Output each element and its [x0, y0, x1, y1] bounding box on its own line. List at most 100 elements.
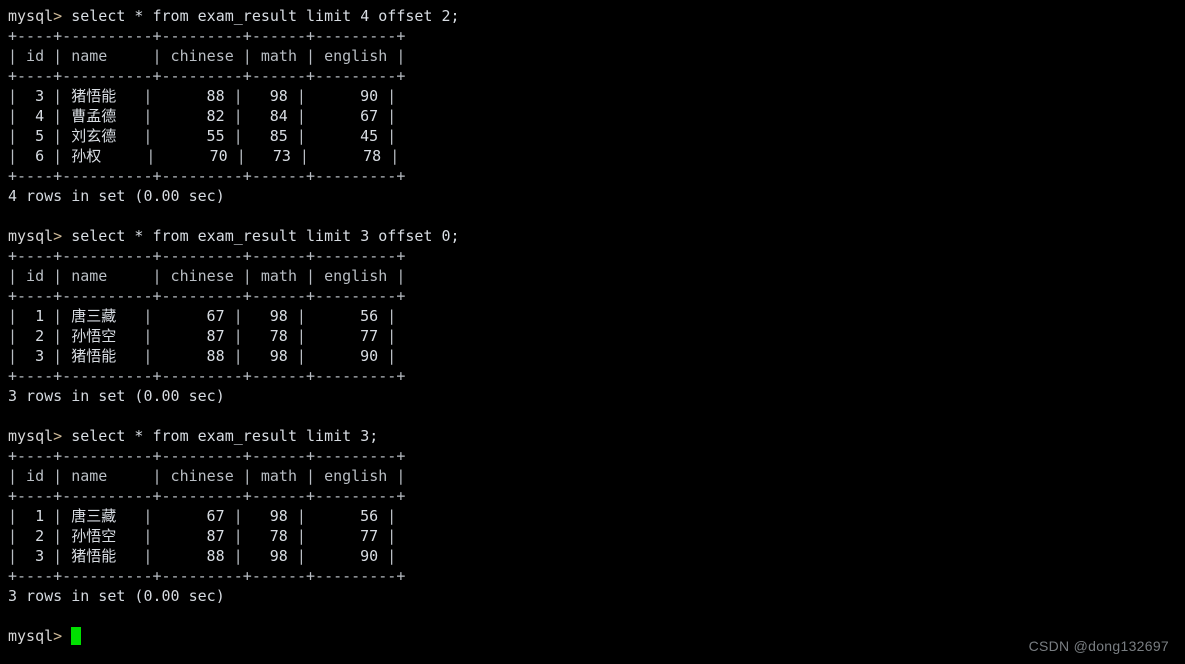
cell-value-math: 85 [251, 127, 288, 145]
prompt-caret: > [53, 627, 63, 645]
cell-value-id: 4 [26, 107, 45, 125]
cell-value-name: 猪悟能 [71, 347, 117, 365]
table-row: | 2 | 孙悟空 | 87 | 78 | 77 | [8, 326, 1185, 346]
cell-value-math: 98 [251, 87, 288, 105]
terminal-output: mysql> select * from exam_result limit 4… [8, 6, 1185, 646]
cell-value-english: 90 [314, 87, 379, 105]
cell-divider: | [387, 307, 397, 325]
table-separator: +----+----------+---------+------+------… [8, 447, 406, 465]
cell-value-chinese: 87 [161, 327, 225, 345]
cell-divider: | [53, 127, 72, 145]
cell-value-chinese: 88 [161, 87, 225, 105]
command-text: select * from exam_result limit 4 offset… [62, 7, 460, 25]
table-row: | 6 | 孙权 | 70 | 73 | 78 | [8, 146, 1185, 166]
cell-value-chinese: 67 [161, 507, 225, 525]
cell-divider: | [53, 307, 72, 325]
cell-value-english: 56 [314, 507, 379, 525]
cell-value-name: 孙悟空 [71, 327, 117, 345]
prompt-label: mysql [8, 227, 54, 245]
cell-divider: | [233, 507, 252, 525]
command-text: select * from exam_result limit 3; [62, 427, 379, 445]
cell-divider: | [143, 87, 162, 105]
cell-divider: | [53, 547, 72, 565]
table-header-row: | id | name | chinese | math | english | [8, 467, 406, 485]
cell-value-id: 3 [26, 347, 45, 365]
active-prompt-line[interactable]: mysql> [8, 626, 1185, 646]
cell-value-english: 90 [314, 347, 379, 365]
table-separator: +----+----------+---------+------+------… [8, 367, 406, 385]
cell-divider: | [387, 107, 397, 125]
cell-divider: | [53, 327, 72, 345]
prompt-label: mysql [8, 7, 54, 25]
cell-divider: | [233, 127, 252, 145]
watermark-label: CSDN @dong132697 [1028, 638, 1169, 654]
table-header-row: | id | name | chinese | math | english | [8, 267, 406, 285]
cell-divider: | [8, 127, 27, 145]
cell-divider: | [233, 527, 252, 545]
cell-divider: | [53, 107, 72, 125]
cell-value-name: 猪悟能 [71, 87, 117, 105]
cell-divider: | [53, 87, 72, 105]
cell-divider: | [236, 147, 255, 165]
cell-divider: | [8, 107, 27, 125]
cell-divider: | [296, 347, 315, 365]
cell-divider: | [8, 87, 27, 105]
table-separator: +----+----------+---------+------+------… [8, 247, 406, 265]
cell-value-english: 78 [317, 147, 382, 165]
cell-value-english: 77 [314, 527, 379, 545]
cell-value-math: 84 [251, 107, 288, 125]
cell-divider: | [53, 527, 72, 545]
table-row: | 4 | 曹孟德 | 82 | 84 | 67 | [8, 106, 1185, 126]
result-status: 3 rows in set (0.00 sec) [8, 387, 225, 405]
cell-divider: | [8, 507, 27, 525]
cell-divider: | [233, 107, 252, 125]
table-separator: +----+----------+---------+------+------… [8, 567, 406, 585]
cell-value-math: 73 [254, 147, 291, 165]
cell-divider: | [233, 347, 252, 365]
cell-value-name: 孙悟空 [71, 527, 117, 545]
table-row: | 2 | 孙悟空 | 87 | 78 | 77 | [8, 526, 1185, 546]
cell-divider: | [233, 307, 252, 325]
prompt-caret: > [53, 427, 63, 445]
cell-divider: | [143, 107, 162, 125]
cell-value-math: 78 [251, 527, 288, 545]
cell-value-math: 78 [251, 327, 288, 345]
table-separator: +----+----------+---------+------+------… [8, 287, 406, 305]
cell-divider: | [8, 547, 27, 565]
prompt-caret: > [53, 7, 63, 25]
cell-value-chinese: 82 [161, 107, 225, 125]
cell-divider: | [53, 147, 72, 165]
command-line: mysql> select * from exam_result limit 3… [8, 226, 1185, 246]
cell-value-id: 2 [26, 327, 45, 345]
cell-divider: | [143, 347, 162, 365]
cell-divider: | [387, 527, 397, 545]
cell-divider: | [387, 547, 397, 565]
cell-divider: | [387, 127, 397, 145]
cell-value-english: 77 [314, 327, 379, 345]
cell-divider: | [233, 547, 252, 565]
cell-divider: | [8, 347, 27, 365]
cell-divider: | [8, 147, 27, 165]
cell-value-name: 唐三藏 [71, 307, 117, 325]
cell-divider: | [390, 147, 400, 165]
prompt-label: mysql [8, 627, 54, 645]
table-row: | 3 | 猪悟能 | 88 | 98 | 90 | [8, 346, 1185, 366]
cell-value-english: 67 [314, 107, 379, 125]
cell-value-math: 98 [251, 307, 288, 325]
table-row: | 3 | 猪悟能 | 88 | 98 | 90 | [8, 86, 1185, 106]
cell-value-id: 5 [26, 127, 45, 145]
table-separator: +----+----------+---------+------+------… [8, 27, 406, 45]
table-separator: +----+----------+---------+------+------… [8, 67, 406, 85]
cell-value-english: 90 [314, 547, 379, 565]
cell-divider: | [143, 127, 162, 145]
table-row: | 5 | 刘玄德 | 55 | 85 | 45 | [8, 126, 1185, 146]
cell-value-chinese: 88 [161, 547, 225, 565]
cell-divider: | [53, 507, 72, 525]
cell-divider: | [387, 347, 397, 365]
terminal-window[interactable]: mysql> select * from exam_result limit 4… [0, 0, 1185, 664]
cell-value-math: 98 [251, 547, 288, 565]
cell-divider: | [143, 547, 162, 565]
cell-divider: | [387, 87, 397, 105]
